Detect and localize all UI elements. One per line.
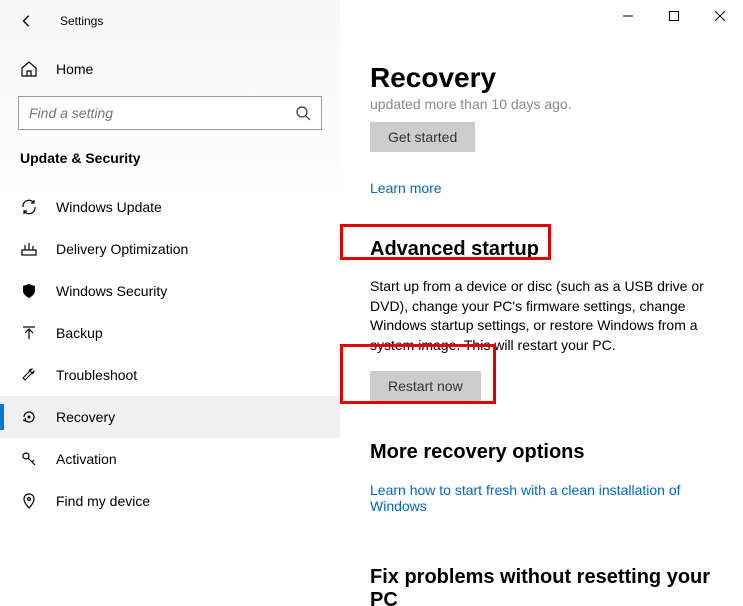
nav-label: Backup [56, 325, 103, 341]
nav-label: Troubleshoot [56, 367, 137, 383]
search-wrap [18, 96, 322, 130]
sidebar-home[interactable]: Home [0, 50, 340, 88]
restart-now-button[interactable]: Restart now [370, 371, 481, 401]
minimize-button[interactable] [605, 0, 651, 32]
home-icon [20, 60, 38, 78]
sync-icon [20, 198, 38, 216]
fix-problems-heading: Fix problems without resetting your PC [370, 566, 721, 606]
sidebar: Settings Home Update & Security Windows … [0, 0, 340, 606]
shield-icon [20, 282, 38, 300]
location-icon [20, 492, 38, 510]
advanced-startup-desc: Start up from a device or disc (such as … [370, 277, 721, 355]
sidebar-item-backup[interactable]: Backup [0, 312, 340, 354]
sidebar-item-troubleshoot[interactable]: Troubleshoot [0, 354, 340, 396]
recovery-icon [20, 408, 38, 426]
key-icon [20, 450, 38, 468]
section-header: Update & Security [0, 150, 340, 186]
sidebar-item-windows-update[interactable]: Windows Update [0, 186, 340, 228]
fresh-install-link[interactable]: Learn how to start fresh with a clean in… [370, 482, 721, 514]
more-recovery-heading: More recovery options [370, 441, 721, 464]
nav-label: Delivery Optimization [56, 241, 188, 257]
nav-label: Windows Security [56, 283, 167, 299]
window-controls [605, 0, 743, 32]
window-title: Settings [60, 14, 103, 28]
wrench-icon [20, 366, 38, 384]
sidebar-item-find-my-device[interactable]: Find my device [0, 480, 340, 522]
sidebar-item-recovery[interactable]: Recovery [0, 396, 340, 438]
nav-label: Activation [56, 451, 117, 467]
close-button[interactable] [697, 0, 743, 32]
titlebar: Settings [0, 0, 340, 38]
search-input[interactable] [29, 105, 295, 121]
nav-label: Recovery [56, 409, 115, 425]
sidebar-item-delivery-optimization[interactable]: Delivery Optimization [0, 228, 340, 270]
search-box[interactable] [18, 96, 322, 130]
advanced-startup-heading: Advanced startup [370, 238, 721, 261]
backup-icon [20, 324, 38, 342]
content: Recovery updated more than 10 days ago. … [340, 0, 743, 606]
nav-label: Find my device [56, 493, 150, 509]
maximize-button[interactable] [651, 0, 697, 32]
get-started-button[interactable]: Get started [370, 122, 475, 152]
back-icon[interactable] [20, 14, 34, 28]
page-title: Recovery [370, 62, 721, 94]
search-icon [295, 105, 311, 121]
nav-label: Windows Update [56, 199, 162, 215]
delivery-icon [20, 240, 38, 258]
home-label: Home [56, 61, 93, 77]
sidebar-item-windows-security[interactable]: Windows Security [0, 270, 340, 312]
learn-more-link[interactable]: Learn more [370, 180, 442, 196]
sidebar-item-activation[interactable]: Activation [0, 438, 340, 480]
stale-text: updated more than 10 days ago. [370, 96, 721, 112]
